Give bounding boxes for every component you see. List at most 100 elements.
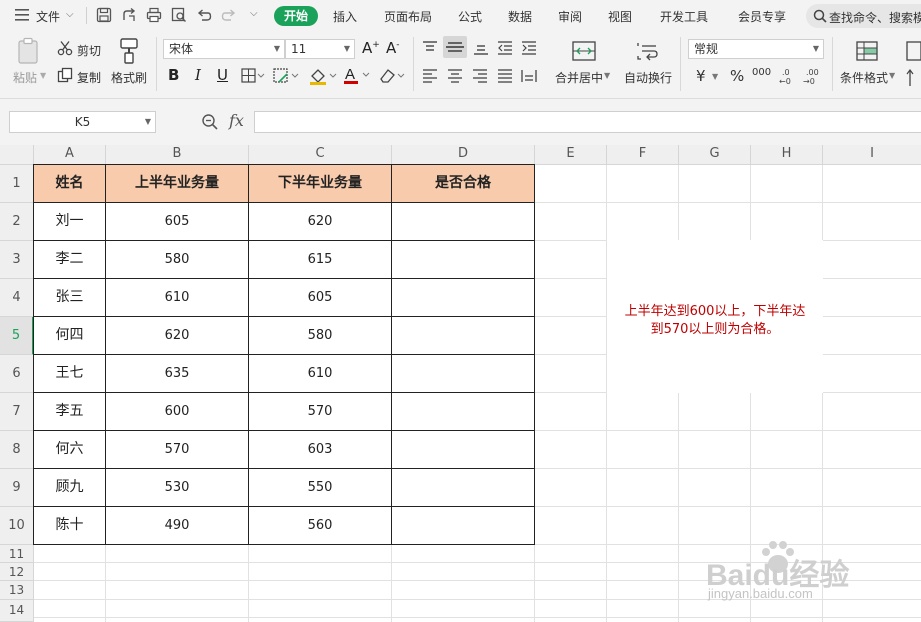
qualified-cell[interactable] [392, 507, 535, 545]
select-all-corner[interactable] [0, 145, 34, 165]
name-cell[interactable]: 李五 [34, 393, 106, 431]
redo-icon[interactable] [221, 7, 237, 23]
first-half-cell[interactable]: 530 [106, 469, 249, 507]
name-cell[interactable]: 陈十 [34, 507, 106, 545]
row-header-4[interactable]: 4 [0, 279, 34, 317]
wrap-text-icon[interactable] [636, 41, 660, 64]
currency-button[interactable]: ¥ [696, 67, 706, 85]
row-header-7[interactable]: 7 [0, 393, 34, 431]
qualified-cell[interactable] [392, 355, 535, 393]
row-header-5[interactable]: 5 [0, 317, 34, 355]
border-icon[interactable] [241, 68, 265, 87]
column-header-e[interactable]: E [535, 145, 607, 165]
merge-center-icon[interactable] [572, 41, 596, 64]
name-cell[interactable]: 李二 [34, 241, 106, 279]
tab-view[interactable]: 视图 [608, 8, 632, 25]
tab-member[interactable]: 会员专享 [738, 8, 786, 25]
increase-font-icon[interactable]: A+ [362, 39, 380, 57]
align-top-icon[interactable] [422, 41, 438, 58]
decrease-decimal-icon[interactable]: .00 →0 [802, 67, 822, 88]
second-half-cell[interactable]: 620 [249, 203, 392, 241]
qualified-cell[interactable] [392, 203, 535, 241]
clear-format-icon[interactable] [377, 67, 405, 88]
copy-button[interactable]: 复制 [77, 69, 101, 86]
qualified-cell[interactable] [392, 431, 535, 469]
column-header-i[interactable]: I [823, 145, 921, 165]
align-center-icon[interactable] [447, 69, 463, 86]
first-half-cell[interactable]: 580 [106, 241, 249, 279]
increase-decimal-icon[interactable]: .0 ←0 [778, 67, 798, 88]
percent-button[interactable]: % [730, 67, 744, 85]
chevron-down-icon[interactable]: ▼ [889, 71, 895, 80]
align-middle-icon[interactable] [443, 36, 467, 58]
hamburger-icon[interactable] [15, 9, 29, 21]
name-cell[interactable]: 王七 [34, 355, 106, 393]
paste-icon[interactable] [16, 37, 42, 68]
file-menu[interactable]: 文件 [36, 8, 60, 25]
tab-developer[interactable]: 开发工具 [660, 8, 708, 25]
first-half-cell[interactable]: 605 [106, 203, 249, 241]
column-header-g[interactable]: G [679, 145, 751, 165]
qualified-cell[interactable] [392, 393, 535, 431]
first-half-cell[interactable]: 490 [106, 507, 249, 545]
chevron-down-icon[interactable]: ⌵ [66, 9, 74, 20]
print-icon[interactable] [146, 7, 162, 23]
number-format-select[interactable]: 常规 ▼ [688, 39, 824, 59]
fill-color-icon[interactable] [309, 67, 337, 88]
tab-start[interactable]: 开始 [274, 6, 318, 26]
table-header-first-half[interactable]: 上半年业务量 [106, 165, 249, 203]
second-half-cell[interactable]: 560 [249, 507, 392, 545]
zoom-function-icon[interactable] [201, 113, 219, 134]
wrap-text-button[interactable]: 自动换行 [624, 69, 672, 86]
tab-page-layout[interactable]: 页面布局 [384, 8, 432, 25]
table-header-second-half[interactable]: 下半年业务量 [249, 165, 392, 203]
row-header-14[interactable]: 14 [0, 600, 34, 622]
qualified-cell[interactable] [392, 469, 535, 507]
align-right-icon[interactable] [472, 69, 488, 86]
font-color-icon[interactable]: A [344, 65, 372, 88]
formula-input[interactable] [254, 111, 921, 133]
chevron-down-icon[interactable]: ▼ [40, 71, 46, 80]
tab-insert[interactable]: 插入 [333, 8, 357, 25]
thousand-separator-button[interactable]: 000 [752, 67, 771, 78]
qualified-cell[interactable] [392, 279, 535, 317]
row-header-1[interactable]: 1 [0, 165, 34, 203]
second-half-cell[interactable]: 580 [249, 317, 392, 355]
row-header-10[interactable]: 10 [0, 507, 34, 545]
row-header-3[interactable]: 3 [0, 241, 34, 279]
table-header-name[interactable]: 姓名 [34, 165, 106, 203]
second-half-cell[interactable]: 550 [249, 469, 392, 507]
sort-icon[interactable] [906, 41, 921, 94]
note-textbox[interactable]: 上半年达到600以上，下半年达 到570以上则为合格。 [607, 240, 823, 393]
merge-center-button[interactable]: 合并居中 [555, 69, 603, 86]
name-cell[interactable]: 顾九 [34, 469, 106, 507]
name-cell[interactable]: 何四 [34, 317, 106, 355]
format-painter-button[interactable]: 格式刷 [111, 69, 147, 86]
font-name-select[interactable]: 宋体 ▼ [163, 39, 285, 59]
chevron-down-icon[interactable]: ▼ [604, 71, 610, 80]
row-header-2[interactable]: 2 [0, 203, 34, 241]
column-header-d[interactable]: D [392, 145, 535, 165]
tab-formulas[interactable]: 公式 [458, 8, 482, 25]
name-cell[interactable]: 何六 [34, 431, 106, 469]
second-half-cell[interactable]: 603 [249, 431, 392, 469]
cell-style-icon[interactable] [273, 68, 299, 87]
format-painter-icon[interactable] [118, 37, 142, 68]
quick-access-more-icon[interactable]: ⌵ [250, 8, 258, 19]
paste-button[interactable]: 粘贴 [13, 69, 37, 86]
increase-indent-icon[interactable] [521, 41, 537, 58]
conditional-format-button[interactable]: 条件格式 [840, 69, 888, 86]
first-half-cell[interactable]: 600 [106, 393, 249, 431]
column-header-c[interactable]: C [249, 145, 392, 165]
row-header-6[interactable]: 6 [0, 355, 34, 393]
second-half-cell[interactable]: 570 [249, 393, 392, 431]
row-header-8[interactable]: 8 [0, 431, 34, 469]
decrease-indent-icon[interactable] [497, 41, 513, 58]
bold-button[interactable]: B [168, 66, 179, 84]
row-header-13[interactable]: 13 [0, 581, 34, 600]
undo-icon[interactable] [196, 7, 212, 23]
first-half-cell[interactable]: 635 [106, 355, 249, 393]
chevron-down-icon[interactable]: ▼ [712, 72, 718, 81]
name-cell[interactable]: 张三 [34, 279, 106, 317]
decrease-font-icon[interactable]: A- [386, 39, 400, 57]
